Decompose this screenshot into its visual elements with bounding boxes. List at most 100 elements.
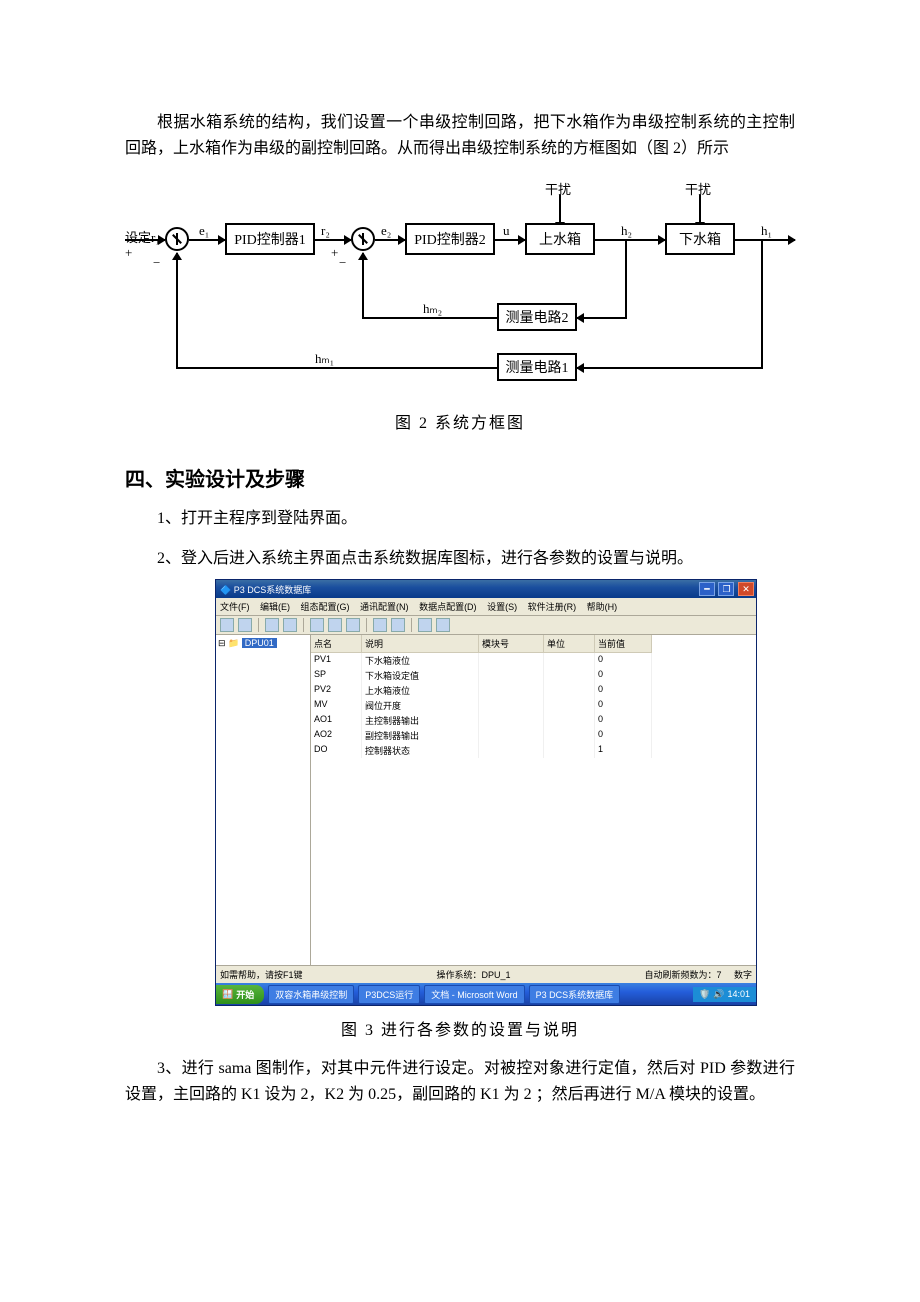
fb1-up [176, 253, 178, 369]
section-4-heading: 四、实验设计及步骤 [125, 463, 795, 492]
e1-label: e₁ [199, 223, 209, 239]
toolbar-icon[interactable] [373, 618, 387, 632]
disturbance-label-1: 干扰 [545, 179, 571, 198]
menu-setting[interactable]: 设置(S) [487, 602, 517, 612]
table-row[interactable]: AO1主控制器输出0 [311, 713, 756, 728]
data-grid[interactable]: 点名 说明 模块号 单位 当前值 PV1下水箱液位0SP下水箱设定值0PV2上水… [311, 635, 756, 965]
toolbar-icon[interactable] [418, 618, 432, 632]
fb2-line [363, 317, 497, 319]
close-button[interactable]: ✕ [738, 582, 754, 596]
toolbar-icon[interactable] [238, 618, 252, 632]
tree-root-node[interactable]: DPU01 [242, 638, 277, 648]
toolbar-icon[interactable] [346, 618, 360, 632]
arrow-out [735, 239, 795, 241]
toolbar-icon[interactable] [391, 618, 405, 632]
status-refresh: 自动刷新频数为：7 [644, 970, 721, 980]
status-help: 如需帮助，请按F1键 [220, 968, 303, 981]
col-name[interactable]: 点名 [311, 635, 362, 653]
toolbar-icon[interactable] [265, 618, 279, 632]
plus-1: + [125, 245, 132, 261]
col-unit[interactable]: 单位 [544, 635, 595, 653]
figure-2-caption: 图 2 系统方框图 [125, 409, 795, 433]
start-button[interactable]: 🪟 开始 [216, 985, 264, 1004]
fb2-tap [625, 241, 627, 319]
table-row[interactable]: PV1下水箱液位0 [311, 653, 756, 668]
toolbar-separator [411, 618, 412, 632]
menu-bar[interactable]: 文件(F) 编辑(E) 组态配置(G) 通讯配置(N) 数据点配置(D) 设置(… [216, 598, 756, 616]
maximize-button[interactable]: ❐ [718, 582, 734, 596]
taskbar-item[interactable]: P3DCS运行 [358, 985, 420, 1004]
toolbar-icon[interactable] [328, 618, 342, 632]
arrow-r2 [315, 239, 351, 241]
hm1-label: hₘ₁ [315, 351, 334, 367]
hm2-label: hₘ₂ [423, 301, 442, 317]
table-row[interactable]: MV阀位开度0 [311, 698, 756, 713]
pid2-block: PID控制器2 [405, 223, 495, 255]
meas2-block: 测量电路2 [497, 303, 577, 331]
tray-icon[interactable]: 🔊 [713, 989, 724, 1000]
pid1-block: PID控制器1 [225, 223, 315, 255]
toolbar-separator [366, 618, 367, 632]
summing-junction-2 [351, 227, 375, 251]
col-mod[interactable]: 模块号 [479, 635, 544, 653]
col-desc[interactable]: 说明 [362, 635, 479, 653]
menu-comm[interactable]: 通讯配置(N) [360, 602, 409, 612]
toolbar-icon[interactable] [283, 618, 297, 632]
tray-clock[interactable]: 14:01 [727, 989, 750, 999]
taskbar-item[interactable]: P3 DCS系统数据库 [529, 985, 621, 1004]
menu-point[interactable]: 数据点配置(D) [419, 602, 477, 612]
table-row[interactable]: PV2上水箱液位0 [311, 683, 756, 698]
summing-junction-1 [165, 227, 189, 251]
fb1-line [177, 367, 497, 369]
grid-header: 点名 说明 模块号 单位 当前值 [311, 635, 756, 653]
h2-label: h₂ [621, 223, 632, 239]
menu-edit[interactable]: 编辑(E) [260, 602, 290, 612]
setpoint-label: 设定r₁ [125, 227, 160, 246]
menu-file[interactable]: 文件(F) [220, 602, 250, 612]
table-row[interactable]: AO2副控制器输出0 [311, 728, 756, 743]
toolbar-separator [303, 618, 304, 632]
arrow-h2 [595, 239, 665, 241]
arrow-u [495, 239, 525, 241]
tree-pane[interactable]: ⊟ 📁 DPU01 [216, 635, 311, 965]
tray-icon[interactable]: 🛡️ [699, 989, 710, 1000]
minimize-button[interactable]: ━ [699, 582, 715, 596]
arrow-e2 [375, 239, 405, 241]
table-row[interactable]: SP下水箱设定值0 [311, 668, 756, 683]
toolbar-icon[interactable] [436, 618, 450, 632]
figure-3-caption: 图 3 进行各参数的设置与说明 [125, 1016, 795, 1040]
taskbar-item[interactable]: 双容水箱串级控制 [268, 985, 354, 1004]
meas1-block: 测量电路1 [497, 353, 577, 381]
table-row[interactable]: DO控制器状态1 [311, 743, 756, 758]
u-label: u [503, 223, 510, 239]
menu-config[interactable]: 组态配置(G) [301, 602, 350, 612]
toolbar-separator [258, 618, 259, 632]
menu-help[interactable]: 帮助(H) [587, 602, 618, 612]
toolbar [216, 616, 756, 635]
plus-2: + [331, 245, 338, 261]
toolbar-icon[interactable] [220, 618, 234, 632]
col-value[interactable]: 当前值 [595, 635, 652, 653]
system-tray[interactable]: 🛡️ 🔊 14:01 [693, 987, 756, 1002]
status-system: 操作系统：DPU_1 [436, 968, 510, 981]
fb2-into-meas [577, 317, 627, 319]
h1-label: h₁ [761, 223, 772, 239]
status-bar: 如需帮助，请按F1键 操作系统：DPU_1 自动刷新频数为：7 数字 [216, 965, 756, 983]
arrow-e1 [189, 239, 225, 241]
taskbar-item[interactable]: 文档 - Microsoft Word [424, 985, 524, 1004]
step-2: 2、登入后进入系统主界面点击系统数据库图标，进行各参数的设置与说明。 [125, 546, 795, 572]
step-1: 1、打开主程序到登陆界面。 [125, 506, 795, 532]
r2-label: r₂ [321, 223, 330, 239]
title-bar[interactable]: 🔷 P3 DCS系统数据库 ━ ❐ ✕ [216, 580, 756, 598]
figure-2-diagram: 干扰 干扰 设定r₁ + − e₁ PID控制器1 r₂ + − e₂ PID控… [125, 179, 795, 399]
minus-2: − [339, 255, 346, 271]
disturbance-label-2: 干扰 [685, 179, 711, 198]
menu-reg[interactable]: 软件注册(R) [528, 602, 577, 612]
lower-tank-block: 下水箱 [665, 223, 735, 255]
minus-1: − [153, 255, 160, 271]
fb1-tap [761, 241, 763, 369]
taskbar[interactable]: 🪟 开始 双容水箱串级控制 P3DCS运行 文档 - Microsoft Wor… [216, 983, 756, 1005]
status-mode: 数字 [734, 970, 752, 980]
toolbar-icon[interactable] [310, 618, 324, 632]
app-window: 🔷 P3 DCS系统数据库 ━ ❐ ✕ 文件(F) 编辑(E) 组态配置(G) … [215, 579, 757, 1006]
